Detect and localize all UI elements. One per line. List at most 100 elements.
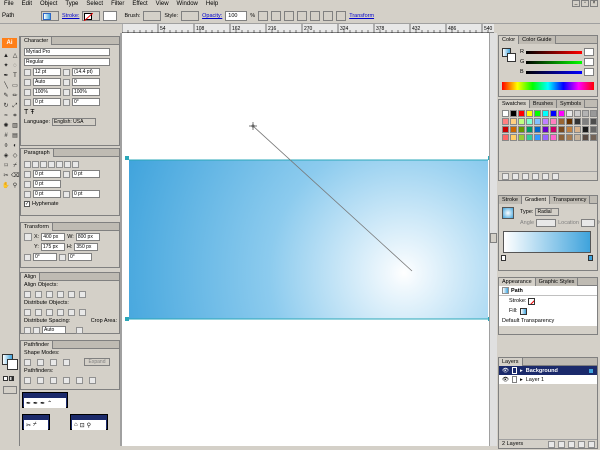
swatch-20[interactable] <box>566 118 573 125</box>
crop-icon[interactable] <box>63 376 70 384</box>
tracking-field[interactable]: 0 <box>72 78 100 86</box>
swatch-7[interactable] <box>558 110 565 117</box>
merge-icon[interactable] <box>50 376 57 384</box>
warp-tool-icon[interactable]: ≈ <box>2 112 10 120</box>
swatch-34[interactable] <box>582 126 589 133</box>
tab-appearance[interactable]: Appearance <box>499 277 536 286</box>
tab-color[interactable]: Color <box>499 35 520 44</box>
swatch-25[interactable] <box>510 126 517 133</box>
scissors-small-icon[interactable]: ✂ <box>26 422 31 429</box>
intersect-icon[interactable] <box>50 358 57 366</box>
align-to-icon[interactable] <box>76 326 83 334</box>
new-swatch-icon[interactable] <box>542 172 549 180</box>
zoom-small-icon[interactable]: ⚲ <box>87 422 91 429</box>
color-spectrum-bar[interactable] <box>502 82 594 90</box>
distribute-vcenter-icon[interactable] <box>35 308 42 316</box>
g-field[interactable] <box>584 58 595 66</box>
swatch-16[interactable] <box>534 118 541 125</box>
anchor-point-bl[interactable] <box>125 317 129 321</box>
gradient-slider[interactable] <box>503 231 591 253</box>
blend-tool-icon[interactable]: ◐ <box>11 142 19 150</box>
tab-graphic-styles[interactable]: Graphic Styles <box>535 277 579 286</box>
swatch-31[interactable] <box>558 126 565 133</box>
font-style-field[interactable]: Regular <box>24 58 110 66</box>
swatch-41[interactable] <box>542 134 549 141</box>
minus-front-icon[interactable] <box>37 358 44 366</box>
right-indent-field[interactable]: 0 pt <box>72 170 100 178</box>
pen-tool-icon[interactable]: ✒ <box>26 400 31 407</box>
align-button-b[interactable] <box>284 11 295 21</box>
delete-swatch-icon[interactable] <box>552 172 559 180</box>
direct-selection-tool-icon[interactable]: △ <box>11 52 19 60</box>
hyphenate-checkbox[interactable]: ✓ <box>24 201 30 207</box>
appearance-fill-swatch[interactable] <box>519 307 527 315</box>
opacity-field[interactable]: 100 <box>225 11 248 21</box>
space-before-field[interactable]: 0 pt <box>33 190 61 198</box>
b-field[interactable] <box>583 68 594 76</box>
rotate-tool-icon[interactable]: ↻ <box>2 102 10 110</box>
align-center-icon[interactable] <box>32 160 39 168</box>
gradient-stop-start[interactable] <box>501 255 506 261</box>
g-slider[interactable] <box>526 60 583 64</box>
align-left-icon[interactable] <box>24 160 31 168</box>
align-left-edge-icon[interactable] <box>24 290 31 298</box>
menu-view[interactable]: View <box>152 0 173 9</box>
opacity-link[interactable]: Opacity: <box>202 13 222 19</box>
left-indent-field[interactable]: 0 pt <box>33 170 61 178</box>
swatch-0[interactable] <box>502 110 509 117</box>
eraser-tool-icon[interactable]: ⌫ <box>11 172 19 180</box>
spacing-field[interactable]: Auto <box>42 326 66 334</box>
space-after-field[interactable]: 0 pt <box>72 190 100 198</box>
symbol-sprayer-tool-icon[interactable]: ✺ <box>2 122 10 130</box>
justify-right-icon[interactable] <box>64 160 71 168</box>
justify-center-icon[interactable] <box>56 160 63 168</box>
align-bottom-edge-icon[interactable] <box>79 290 86 298</box>
convert-anchor-icon[interactable]: ⌃ <box>47 400 52 407</box>
tab-pathfinder[interactable]: Pathfinder <box>21 340 54 349</box>
stroke-swatch-dropdown[interactable] <box>82 11 101 21</box>
divide-icon[interactable] <box>24 376 31 384</box>
align-top-edge-icon[interactable] <box>57 290 64 298</box>
expand-button[interactable]: Expand <box>84 358 110 366</box>
h-field[interactable]: 350 px <box>74 243 99 251</box>
tab-transparency[interactable]: Transparency <box>550 195 591 204</box>
print-tiling-icon[interactable]: ⊡ <box>80 422 85 429</box>
delete-anchor-icon[interactable]: ✒ <box>40 400 45 407</box>
swatch-29[interactable] <box>542 126 549 133</box>
swatch-37[interactable] <box>510 134 517 141</box>
swatch-17[interactable] <box>542 118 549 125</box>
selection-tool-icon[interactable]: ▲ <box>2 52 10 60</box>
character-rotation-field[interactable]: 0° <box>72 98 100 106</box>
swatch-1[interactable] <box>510 110 517 117</box>
tab-gradient[interactable]: Gradient <box>521 195 551 204</box>
pen-tool-icon[interactable]: ✒ <box>2 72 10 80</box>
scrollbar-thumb[interactable] <box>490 233 497 243</box>
scale-tool-icon[interactable]: ⤢ <box>11 102 19 110</box>
swatch-43[interactable] <box>558 134 565 141</box>
swatch-5[interactable] <box>542 110 549 117</box>
gradient-rectangle[interactable] <box>129 160 488 319</box>
swatch-18[interactable] <box>550 118 557 125</box>
tab-swatches[interactable]: Swatches <box>499 99 530 108</box>
pencil-tool-icon[interactable]: ✏ <box>11 92 19 100</box>
swatch-36[interactable] <box>502 134 509 141</box>
swatch-12[interactable] <box>502 118 509 125</box>
hand-tool-icon[interactable]: ✋ <box>2 182 10 190</box>
new-color-group-icon[interactable] <box>532 172 539 180</box>
tab-layers[interactable]: Layers <box>499 357 523 366</box>
minus-back-icon[interactable] <box>89 376 96 384</box>
swatch-22[interactable] <box>582 118 589 125</box>
lock-toggle-icon[interactable] <box>511 367 517 374</box>
align-horizontal-center-icon[interactable] <box>35 290 42 298</box>
unite-icon[interactable] <box>24 358 31 366</box>
crop-area-tool-icon[interactable]: ⌑ <box>2 162 10 170</box>
expand-triangle-icon[interactable]: ▸ <box>520 377 523 383</box>
appearance-stroke-swatch[interactable] <box>528 297 536 305</box>
swatch-44[interactable] <box>566 134 573 141</box>
menu-type[interactable]: Type <box>61 0 82 9</box>
close-icon[interactable]: × <box>590 0 598 7</box>
baseline-shift-field[interactable]: 0 pt <box>33 98 61 106</box>
menu-window[interactable]: Window <box>173 0 202 9</box>
swatch-32[interactable] <box>566 126 573 133</box>
swatch-libraries-icon[interactable] <box>502 172 509 180</box>
